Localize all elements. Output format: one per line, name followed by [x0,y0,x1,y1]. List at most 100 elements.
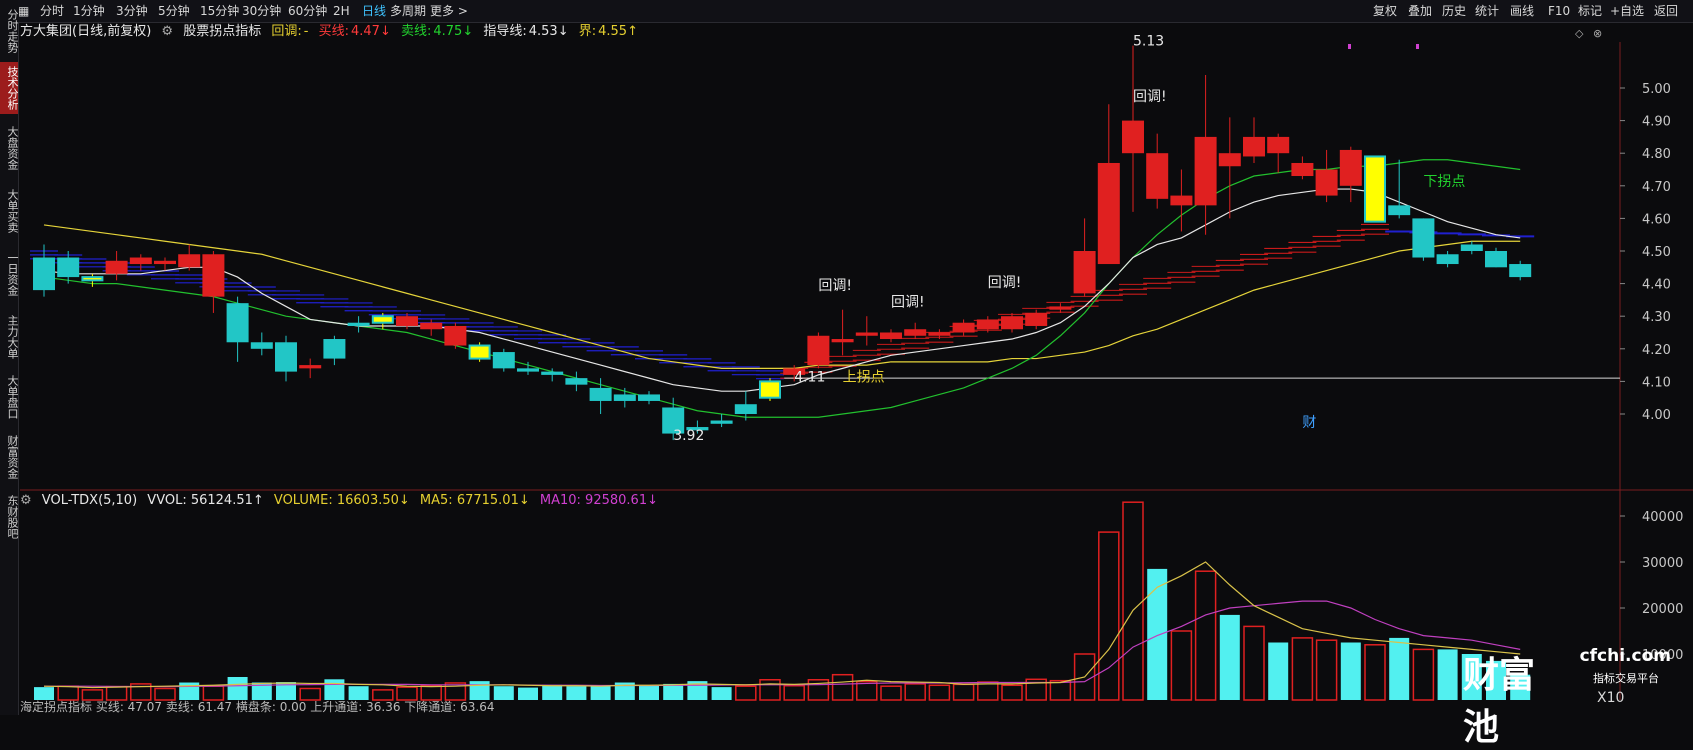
volume-bar-34 [856,680,878,701]
candle-body-28 [710,420,733,424]
candle-body-0 [33,257,55,291]
volume-ma10-line [44,600,1521,688]
candle-body-12 [323,339,346,359]
volume-bar-44 [1098,531,1120,701]
price-tick-label-4: 4.40 [1642,278,1671,293]
candle-body-33 [831,339,854,343]
candle-body-30 [759,380,781,399]
candle-body-24 [613,394,636,401]
candle-body-16 [420,322,443,330]
volume-bar-14 [372,689,394,701]
price-annotation-9: 财 [1302,415,1316,431]
candle-body-43 [1073,251,1096,294]
price-tick-label-8: 4.80 [1642,147,1671,162]
candle-body-14 [371,315,394,324]
candle-body-46 [1146,153,1169,199]
candle-body-60 [1485,251,1507,268]
volume-bar-48 [1194,570,1217,701]
volume-bar-13 [348,686,369,700]
price-annotation-4: 下拐点 [1423,174,1465,190]
candle-body-57 [1412,218,1435,258]
candle-body-52 [1291,162,1314,177]
volume-bar-30 [759,679,781,701]
volume-bar-26 [663,683,684,700]
volume-bar-42 [1049,679,1072,701]
price-annotation-0: 5.13 [1133,34,1164,50]
volume-bar-23 [590,685,611,700]
price-tick-label-3: 4.30 [1642,310,1671,325]
volume-bar-51 [1268,642,1289,700]
vol-tick-label-1: 20000 [1642,602,1683,617]
volume-bar-3 [105,685,128,701]
candle-body-1 [57,257,80,278]
volume-bar-2 [81,689,104,701]
candle-body-50 [1243,136,1265,157]
candle-body-58 [1436,254,1459,265]
volume-bar-52 [1291,637,1314,701]
candle-body-39 [976,319,999,330]
candle-body-9 [250,342,273,349]
candle-body-61 [1509,264,1532,278]
volume-bar-19 [493,686,514,700]
volume-bar-56 [1389,637,1410,700]
volume-bar-36 [904,683,926,701]
candle-body-10 [275,342,297,372]
candle-body-35 [880,332,902,340]
volume-bar-46 [1147,568,1168,700]
volume-bar-28 [711,687,732,700]
candle-body-23 [589,387,612,401]
vol-tick-label-2: 30000 [1642,556,1683,571]
candle-body-45 [1122,120,1144,154]
price-tick-label-9: 4.90 [1642,115,1671,130]
candle-body-59 [1460,244,1483,251]
volume-bar-50 [1243,625,1265,701]
candle-body-19 [492,352,515,369]
volume-bar-39 [977,681,999,701]
price-tick-label-1: 4.10 [1642,375,1671,390]
candle-body-4 [129,257,152,265]
candle-body-18 [468,344,491,360]
candle-body-51 [1267,136,1290,154]
price-tick-label-6: 4.60 [1642,212,1671,227]
volume-bar-55 [1364,644,1386,701]
volume-bar-35 [880,685,902,701]
candle-body-3 [105,260,128,274]
candle-body-2 [81,276,104,282]
volume-bar-1 [57,685,79,701]
candle-body-49 [1218,153,1241,167]
candle-body-34 [855,332,878,336]
price-tick-label-10: 5.00 [1642,82,1671,97]
candle-body-7 [202,254,225,297]
volume-bar-38 [952,683,975,701]
volume-bar-40 [1001,684,1023,701]
volume-bar-49 [1219,614,1240,700]
volume-bar-20 [518,687,538,700]
stock-chart[interactable]: 4.00 4.10 4.20 4.30 4.40 4.50 4.60 4.70 4.80 4.90… [0,0,1693,715]
price-tick-label-2: 4.20 [1642,343,1671,358]
candle-body-55 [1364,155,1386,223]
candle-body-22 [565,378,588,385]
watermark-url: cfchi.com [1579,646,1671,666]
volume-bar-25 [639,685,659,700]
price-annotation-3: 上拐点 [843,369,885,385]
candle-body-41 [1025,312,1048,326]
volume-bar-45 [1122,501,1144,701]
price-annotation-6: 回调! [891,294,925,310]
price-tick-label-5: 4.50 [1642,245,1671,260]
volume-bar-7 [202,685,225,701]
watermark-logo: 财富池 [1463,655,1536,748]
price-annotation-1: 3.92 [673,428,704,444]
candle-body-54 [1339,149,1362,186]
volume-bar-47 [1170,630,1193,701]
volume-bar-5 [154,687,176,701]
candle-body-37 [928,332,951,336]
vol-tick-label-3: 40000 [1642,510,1683,525]
volume-bar-58 [1437,649,1458,700]
volume-bar-31 [783,684,805,701]
candle-body-25 [638,394,660,401]
volume-bar-11 [299,687,321,701]
volume-bar-57 [1412,648,1435,701]
volume-bar-29 [735,685,757,701]
candle-body-29 [734,404,757,414]
candle-body-47 [1170,195,1193,206]
